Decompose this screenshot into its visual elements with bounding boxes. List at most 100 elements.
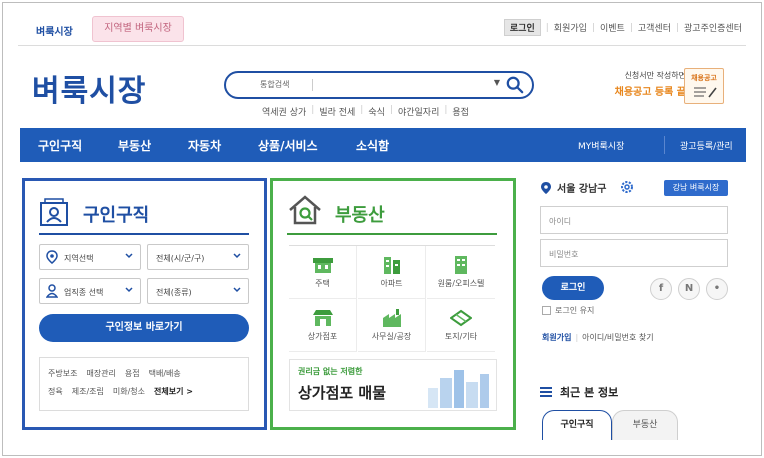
keyword[interactable]: 역세권 상가	[262, 105, 306, 118]
house-search-icon	[289, 195, 321, 225]
naver-login-icon[interactable]: N	[678, 278, 700, 300]
category-label: 주택	[315, 279, 330, 288]
land-icon	[450, 309, 472, 327]
job-tag[interactable]: 매장관리	[86, 368, 115, 379]
customer-center-link[interactable]: 고객센터	[638, 21, 671, 34]
chevron-down-icon	[233, 253, 241, 259]
kakao-login-icon[interactable]: •	[706, 278, 728, 300]
realestate-panel-title: 부동산	[335, 205, 385, 226]
category-label: 토지/기타	[444, 332, 478, 341]
id-input[interactable]: 아이디	[540, 206, 728, 234]
chevron-down-icon[interactable]: ▼	[494, 78, 500, 87]
tab-recent-jobs[interactable]: 구인구직	[542, 410, 612, 440]
house-icon	[312, 258, 333, 273]
job-tag[interactable]: 제조/조립	[72, 386, 104, 397]
job-kind-select[interactable]: 전체(종류)	[147, 278, 249, 304]
site-logo[interactable]: 벼룩시장	[32, 66, 146, 110]
search-icon[interactable]	[506, 76, 524, 94]
category-house[interactable]: 주택	[289, 246, 357, 299]
keep-login-checkbox[interactable]	[542, 306, 551, 315]
store-listing-banner[interactable]: 권리금 없는 저렴한 상가점포 매물	[289, 359, 497, 411]
login-link[interactable]: 로그인	[503, 19, 541, 36]
nav-item-goods[interactable]: 상품/서비스	[258, 137, 318, 154]
banner-title: 상가점포 매물	[298, 384, 387, 402]
keyword[interactable]: 빌라 전세	[319, 105, 355, 118]
facebook-login-icon[interactable]: f	[650, 278, 672, 300]
search-category[interactable]: 통합검색	[260, 79, 289, 90]
view-all-link[interactable]: 전체보기 >	[154, 386, 193, 397]
job-go-button[interactable]: 구인정보 바로가기	[39, 314, 249, 342]
menu-icon	[540, 387, 552, 397]
category-apartment[interactable]: 아파트	[358, 246, 426, 299]
job-post-badge[interactable]: 채용공고	[684, 68, 724, 104]
category-label: 상가점포	[307, 332, 338, 341]
category-label: 사무실/공장	[371, 332, 412, 341]
keyword[interactable]: 야간일자리	[398, 105, 439, 118]
realestate-category-grid: 주택 아파트 원룸/오피스텔 상가점포 사무실/공장 토지/기타	[289, 245, 495, 352]
location-display[interactable]: 서울 강남구	[540, 180, 606, 195]
category-label: 원룸/오피스텔	[437, 279, 485, 288]
nav-ad-manage[interactable]: 광고등록/관리	[680, 139, 733, 152]
promo-line1: 신청서만 작성하면	[624, 71, 686, 80]
job-kind-select-value: 전체(종류)	[156, 288, 192, 297]
search-box[interactable]: 통합검색 ▼	[224, 71, 534, 99]
badge-label: 채용공고	[691, 74, 717, 82]
job-panel-title: 구인구직	[83, 205, 150, 226]
find-account-link[interactable]: 아이디/비밀번호 찾기	[582, 333, 653, 342]
main-nav: 구인구직 부동산 자동차 상품/서비스 소식함 MY벼룩시장 광고등록/관리	[20, 128, 746, 162]
chevron-down-icon	[125, 287, 133, 293]
popular-keywords: 역세권 상가 | 빌라 전세 | 숙식 | 야간일자리 | 용접	[262, 105, 469, 118]
top-tab-regional[interactable]: 지역별 벼룩시장	[92, 16, 184, 42]
nav-item-realestate[interactable]: 부동산	[118, 137, 151, 154]
pencil-icon	[694, 87, 717, 98]
password-input[interactable]: 비밀번호	[540, 239, 728, 267]
promo-line2: 채용공고 등록 끝	[614, 87, 686, 98]
event-link[interactable]: 이벤트	[600, 21, 625, 34]
top-tab-main[interactable]: 벼룩시장	[36, 23, 73, 38]
category-store[interactable]: 상가점포	[289, 299, 357, 352]
account-links: 회원가입 | 아이디/비밀번호 찾기	[542, 333, 654, 342]
category-office-factory[interactable]: 사무실/공장	[358, 299, 426, 352]
region-select[interactable]: 지역선택	[39, 244, 141, 270]
nav-item-news[interactable]: 소식함	[356, 137, 389, 154]
tab-recent-realestate[interactable]: 부동산	[612, 410, 678, 440]
recent-tabs: 구인구직 부동산	[540, 410, 728, 440]
job-tag[interactable]: 주방보조	[48, 368, 77, 379]
category-land[interactable]: 토지/기타	[427, 299, 495, 352]
keyword[interactable]: 용접	[452, 105, 469, 118]
job-tag[interactable]: 미화/청소	[113, 386, 145, 397]
advertiser-center-link[interactable]: 광고주인증센터	[684, 21, 742, 34]
district-select[interactable]: 전체(시/군/구)	[147, 244, 249, 270]
job-tag[interactable]: 택배/배송	[149, 368, 181, 379]
keyword[interactable]: 숙식	[368, 105, 385, 118]
search-divider	[312, 79, 313, 91]
factory-icon	[382, 309, 401, 327]
job-tag-box: 주방보조 매장관리 용접 택배/배송 정육 제조/조립 미화/청소 전체보기 >	[39, 357, 249, 411]
login-button[interactable]: 로그인	[542, 276, 604, 300]
gear-icon[interactable]	[620, 180, 634, 194]
buildings-illustration	[428, 370, 489, 408]
location-label: 서울 강남구	[557, 184, 607, 195]
keep-login-label: 로그인 유지	[555, 306, 595, 315]
category-label: 아파트	[380, 279, 403, 288]
keep-login[interactable]: 로그인 유지	[542, 305, 594, 316]
nav-my-page[interactable]: MY벼룩시장	[578, 139, 624, 152]
join-link[interactable]: 회원가입	[554, 21, 587, 34]
job-tag[interactable]: 용접	[125, 368, 140, 379]
chevron-down-icon	[233, 287, 241, 293]
job-post-promo[interactable]: 신청서만 작성하면 채용공고 등록 끝	[592, 70, 686, 98]
divider	[18, 45, 746, 46]
nav-item-jobs[interactable]: 구인구직	[38, 137, 82, 154]
signup-link[interactable]: 회원가입	[542, 333, 571, 342]
top-tab-regional-label: 지역별 벼룩시장	[104, 23, 172, 34]
job-type-select[interactable]: 업직종 선택	[39, 278, 141, 304]
district-select-value: 전체(시/군/구)	[156, 254, 205, 263]
person-icon	[46, 284, 58, 298]
id-card-icon	[40, 198, 68, 226]
nav-item-cars[interactable]: 자동차	[188, 137, 221, 154]
location-pin-icon	[46, 250, 58, 264]
chevron-down-icon	[125, 253, 133, 259]
category-oneroom[interactable]: 원룸/오피스텔	[427, 246, 495, 299]
city-flea-market-button[interactable]: 강남 벼룩시장	[664, 180, 728, 196]
job-tag[interactable]: 정육	[48, 386, 63, 397]
